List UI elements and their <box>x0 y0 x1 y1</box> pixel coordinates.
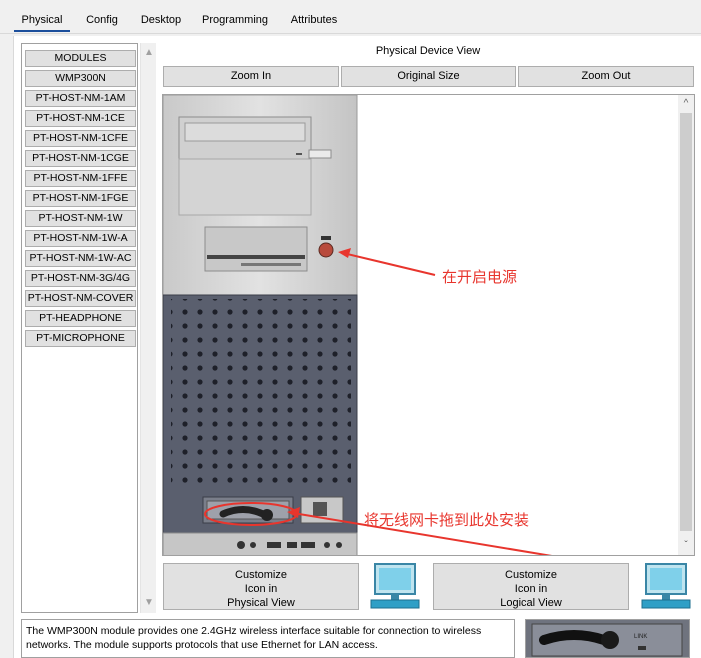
computer-icon <box>370 563 420 609</box>
module-item-3g4g[interactable]: PT-HOST-NM-3G/4G <box>25 270 136 287</box>
zoom-out-button[interactable]: Zoom Out <box>518 66 694 87</box>
tab-attributes[interactable]: Attributes <box>284 8 344 32</box>
zoom-in-button[interactable]: Zoom In <box>163 66 339 87</box>
module-item-1ce[interactable]: PT-HOST-NM-1CE <box>25 110 136 127</box>
module-list-scrollbar[interactable]: ▲ ▼ <box>140 43 156 613</box>
customize-logical-view-button[interactable]: Customize Icon in Logical View <box>433 563 629 610</box>
customize-physical-line-2: Icon in <box>244 583 278 595</box>
tab-programming[interactable]: Programming <box>198 8 272 32</box>
tab-desktop[interactable]: Desktop <box>134 8 188 32</box>
scroll-thumb[interactable] <box>680 113 692 531</box>
module-item-1w-a[interactable]: PT-HOST-NM-1W-A <box>25 230 136 247</box>
customize-physical-line-1: Customize <box>235 569 287 581</box>
pc-tower <box>163 95 553 555</box>
customize-physical-line-3: Physical View <box>227 597 295 609</box>
module-item-microphone[interactable]: PT-MICROPHONE <box>25 330 136 347</box>
module-item-1cfe[interactable]: PT-HOST-NM-1CFE <box>25 130 136 147</box>
tab-config[interactable]: Config <box>80 8 124 32</box>
computer-icon <box>641 563 691 609</box>
physical-device-view-title: Physical Device View <box>375 45 481 57</box>
module-header: MODULES <box>25 50 136 67</box>
tab-bar: Physical Config Desktop Programming Attr… <box>0 0 701 34</box>
module-item-1ffe[interactable]: PT-HOST-NM-1FFE <box>25 170 136 187</box>
wmp300n-module-image <box>526 620 689 657</box>
module-item-cover[interactable]: PT-HOST-NM-COVER <box>25 290 136 307</box>
chevron-up-icon[interactable]: ▲ <box>141 45 157 61</box>
module-item-1w[interactable]: PT-HOST-NM-1W <box>25 210 136 227</box>
install-annotation: 将无线网卡拖到此处安装 <box>364 511 530 529</box>
module-description: The WMP300N module provides one 2.4GHz w… <box>21 619 515 658</box>
chevron-up-icon[interactable]: ^ <box>678 96 694 112</box>
module-item-1w-ac[interactable]: PT-HOST-NM-1W-AC <box>25 250 136 267</box>
tab-physical[interactable]: Physical <box>14 8 70 32</box>
customize-logical-line-1: Customize <box>505 569 557 581</box>
customize-logical-line-3: Logical View <box>500 597 562 609</box>
customize-logical-line-2: Icon in <box>514 583 548 595</box>
module-item-1am[interactable]: PT-HOST-NM-1AM <box>25 90 136 107</box>
chevron-down-icon[interactable]: ˇ <box>678 538 694 554</box>
chevron-down-icon[interactable]: ▼ <box>141 595 157 611</box>
module-thumbnail: LINK <box>525 619 690 658</box>
power-annotation: 在开启电源 <box>442 268 518 286</box>
module-item-1fge[interactable]: PT-HOST-NM-1FGE <box>25 190 136 207</box>
module-item-headphone[interactable]: PT-HEADPHONE <box>25 310 136 327</box>
link-label: LINK <box>634 634 648 640</box>
original-size-button[interactable]: Original Size <box>341 66 516 87</box>
device-view-scrollbar[interactable]: ^ ˇ <box>678 95 694 555</box>
module-list: MODULES WMP300N PT-HOST-NM-1AM PT-HOST-N… <box>21 43 138 613</box>
customize-physical-view-button[interactable]: Customize Icon in Physical View <box>163 563 359 610</box>
module-item-wmp300n[interactable]: WMP300N <box>25 70 136 87</box>
module-item-1cge[interactable]: PT-HOST-NM-1CGE <box>25 150 136 167</box>
device-viewport <box>162 94 695 556</box>
